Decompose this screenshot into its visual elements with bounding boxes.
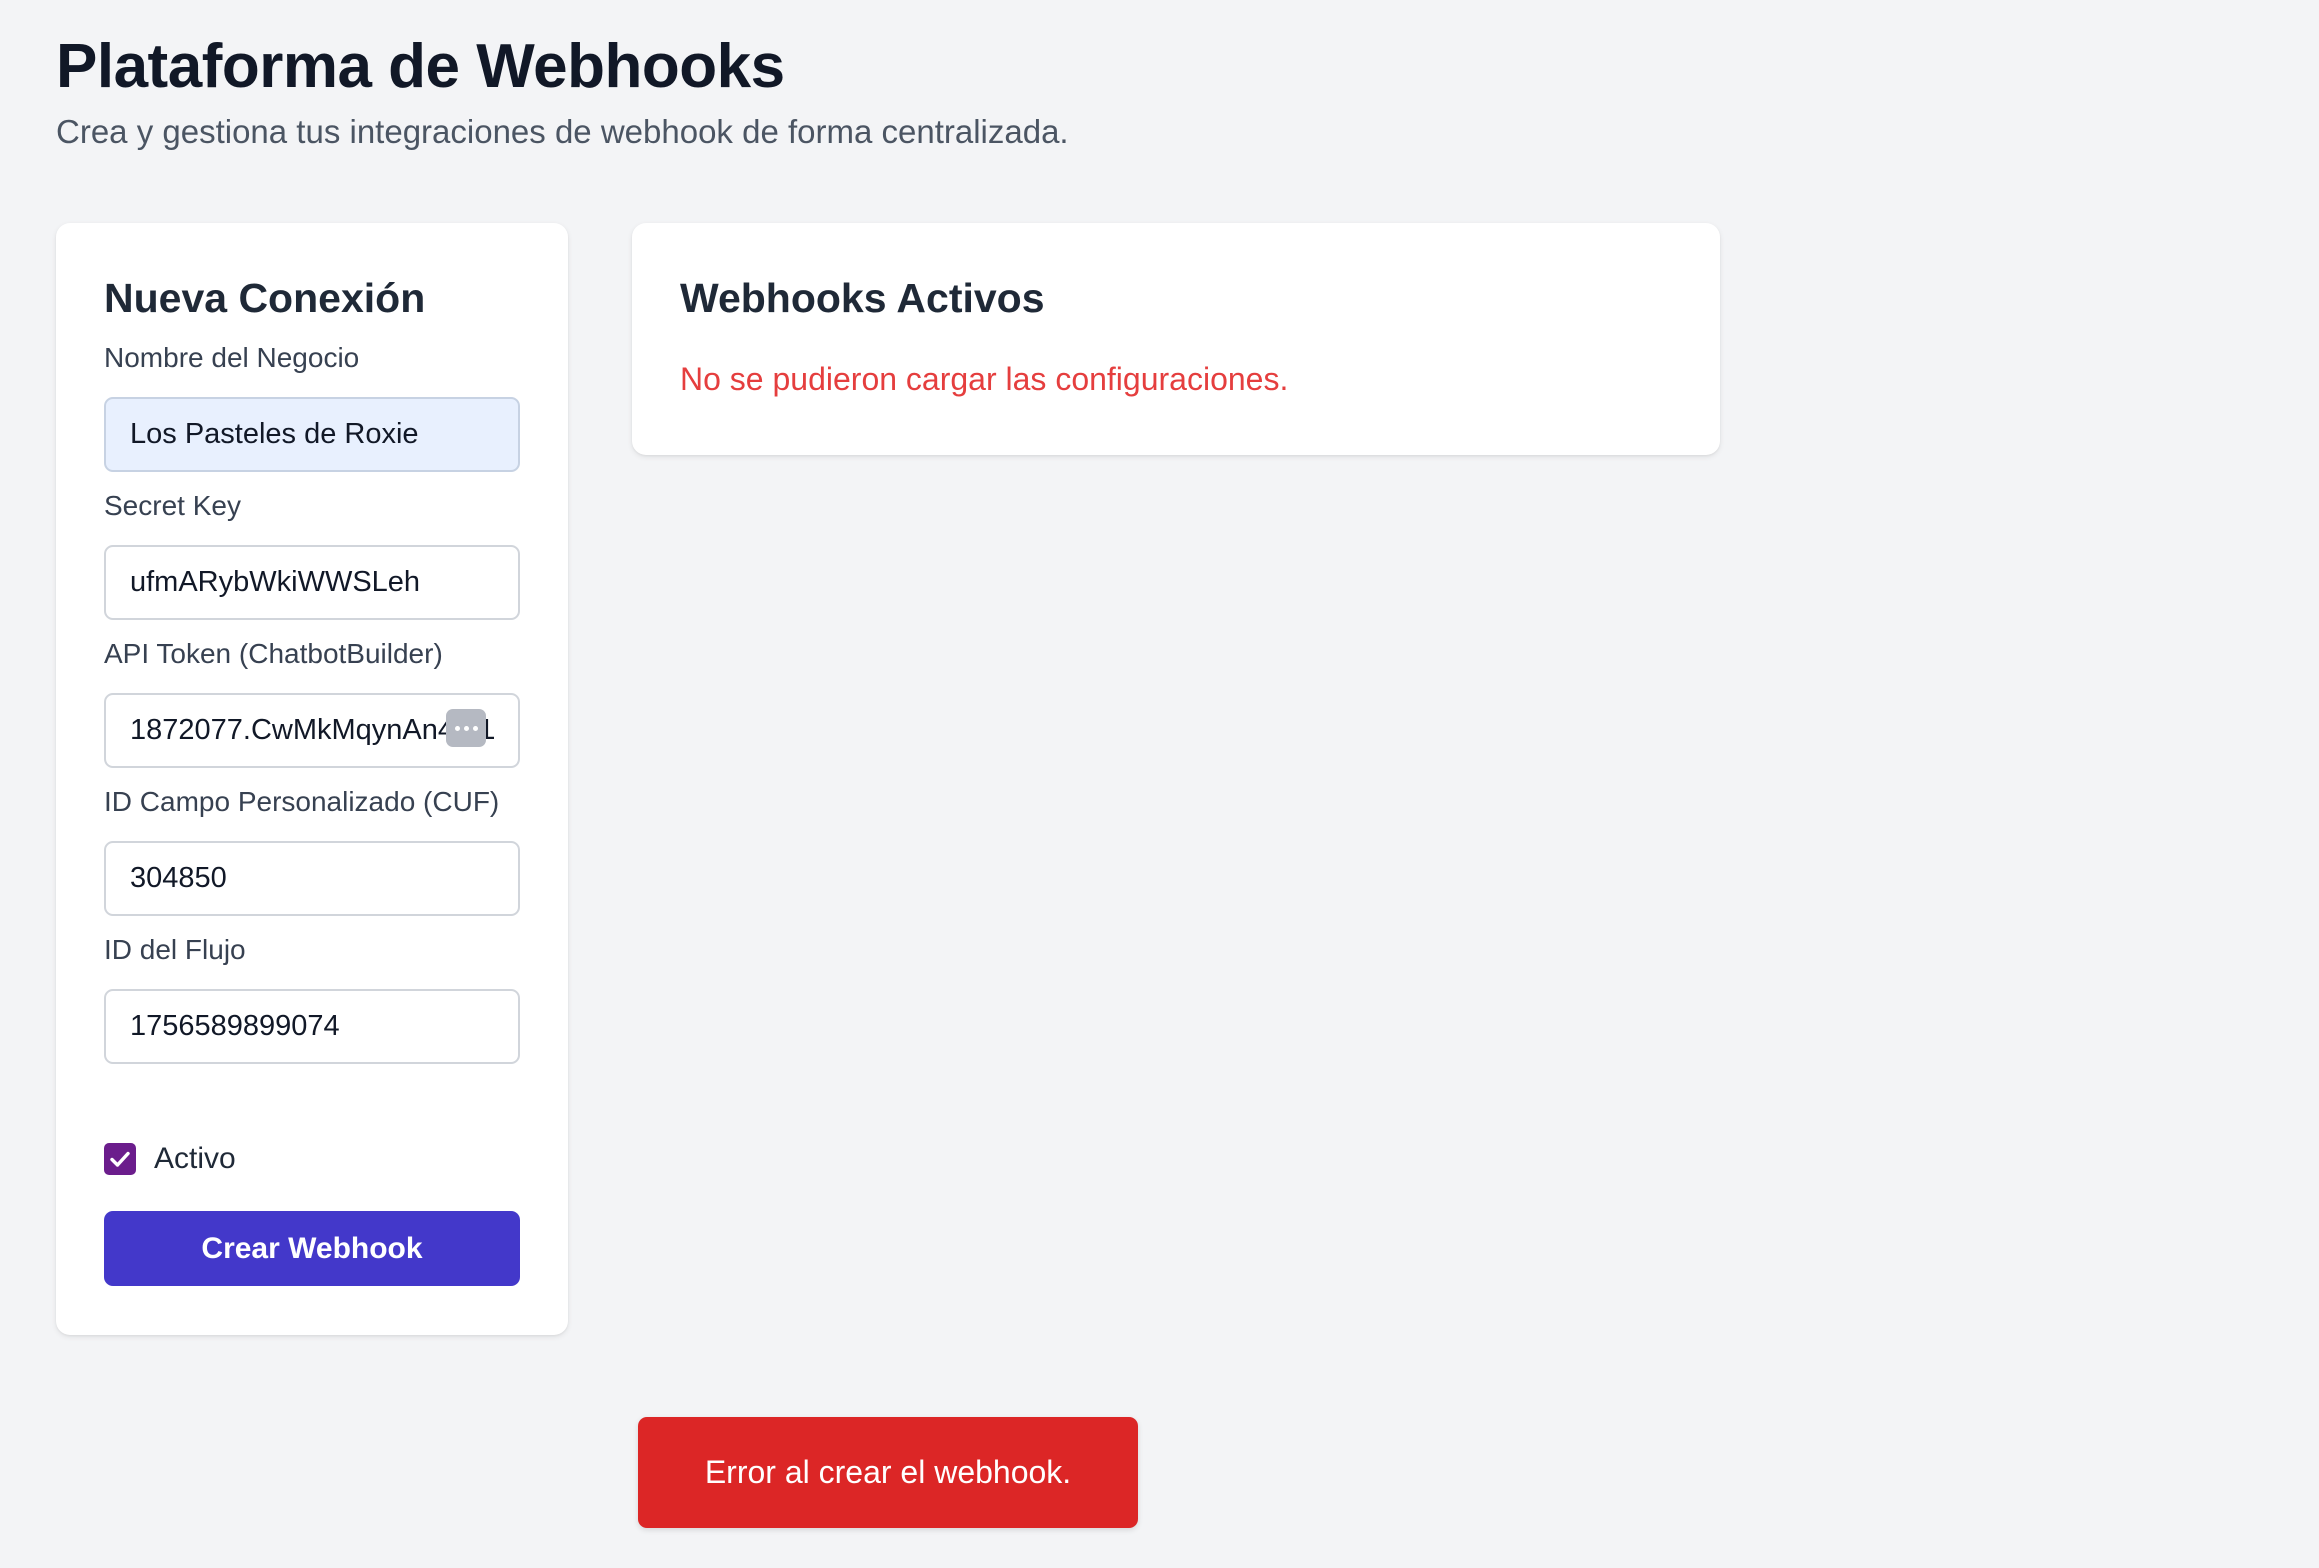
flow-id-input[interactable] — [104, 989, 520, 1064]
flow-id-field: ID del Flujo — [104, 933, 520, 1064]
custom-field-id-label: ID Campo Personalizado (CUF) — [104, 786, 500, 817]
active-row: Activo — [104, 1141, 236, 1177]
active-webhooks-card: Webhooks Activos No se pudieron cargar l… — [632, 223, 1720, 455]
custom-field-id-field: ID Campo Personalizado (CUF) — [104, 785, 520, 916]
new-connection-card: Nueva Conexión Nombre del Negocio Secret… — [56, 223, 568, 1335]
active-label[interactable]: Activo — [154, 1141, 236, 1177]
page-subtitle: Crea y gestiona tus integraciones de web… — [56, 113, 1069, 150]
create-webhook-button[interactable]: Crear Webhook — [104, 1211, 520, 1286]
new-connection-title: Nueva Conexión — [104, 275, 426, 321]
secret-key-field: Secret Key — [104, 489, 520, 620]
page-header: Plataforma de Webhooks Crea y gestiona t… — [56, 30, 1069, 152]
error-toast[interactable]: Error al crear el webhook. — [638, 1417, 1138, 1528]
more-horizontal-icon[interactable] — [446, 709, 486, 747]
checkmark-icon — [110, 1151, 130, 1167]
business-name-label: Nombre del Negocio — [104, 342, 360, 373]
api-token-input-wrap — [104, 673, 520, 768]
api-token-label: API Token (ChatbotBuilder) — [104, 638, 443, 669]
api-token-field: API Token (ChatbotBuilder) — [104, 637, 520, 768]
error-toast-message: Error al crear el webhook. — [704, 1454, 1072, 1490]
load-error-message: No se pudieron cargar las configuracione… — [680, 361, 1289, 397]
secret-key-input[interactable] — [104, 545, 520, 620]
business-name-input[interactable] — [104, 397, 520, 472]
active-webhooks-title: Webhooks Activos — [680, 275, 1045, 321]
active-checkbox[interactable] — [104, 1143, 136, 1175]
page-title: Plataforma de Webhooks — [56, 32, 785, 101]
flow-id-label: ID del Flujo — [104, 934, 246, 965]
custom-field-id-input[interactable] — [104, 841, 520, 916]
secret-key-label: Secret Key — [104, 490, 241, 521]
business-name-field: Nombre del Negocio — [104, 341, 520, 472]
